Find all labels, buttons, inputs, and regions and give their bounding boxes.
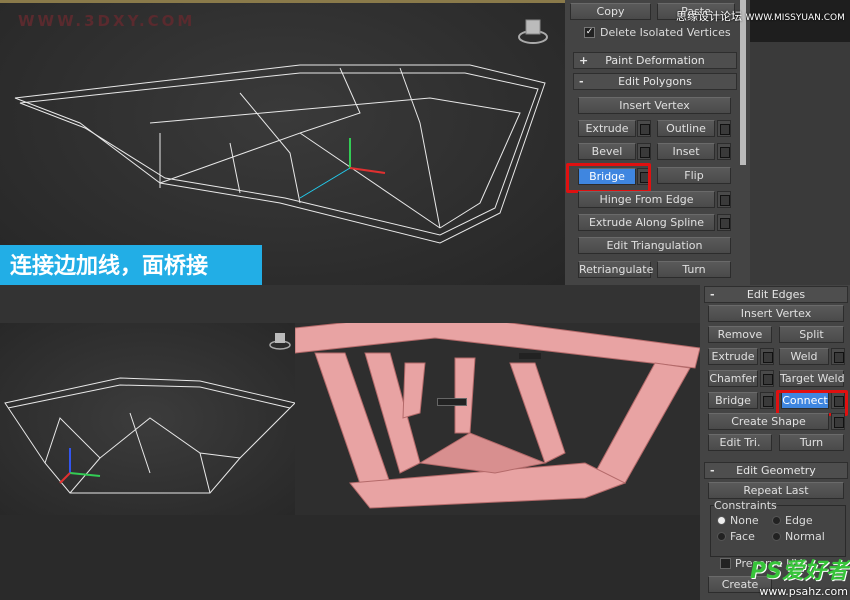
constraint-edge-radio[interactable] [772,516,781,525]
bottom-command-panel: - Edit Edges Insert Vertex Remove Split E… [700,285,850,600]
chamfer-button[interactable]: Chamfer [708,370,758,387]
create-shape-settings-button[interactable] [831,413,845,430]
retriangulate-button[interactable]: Retriangulate [578,261,653,278]
chamfer-settings-button[interactable] [760,370,774,387]
weld-button[interactable]: Weld [779,348,829,365]
wireframe-model [4,377,295,494]
bridge-button[interactable]: Bridge [708,392,758,409]
wireframe-model [14,64,546,244]
top-right-area [750,0,850,285]
watermark-cn: 思缘设计论坛 [676,10,742,23]
split-button[interactable]: Split [779,326,844,343]
rollout-title: Paint Deformation [605,54,705,67]
weld-settings-button[interactable] [831,348,845,365]
constraint-normal-label: Normal [785,530,825,543]
bottom-right-viewport[interactable] [295,323,700,515]
hinge-settings-button[interactable] [717,191,731,208]
extrude-spline-settings-button[interactable] [717,214,731,231]
shaded-model [295,323,700,509]
constraint-edge-label: Edge [785,514,813,527]
rollout-edit-geometry[interactable]: - Edit Geometry [704,462,848,479]
bottom-left-viewport[interactable] [0,323,295,515]
constraint-normal-radio[interactable] [772,532,781,541]
edit-triangulation-button[interactable]: Edit Triangulation [578,237,731,254]
bridge-settings-button[interactable] [760,392,774,409]
watermark-missyuan: 思缘设计论坛 WWW.MISSYUAN.COM [676,8,845,24]
watermark-url: www.psahz.com [759,585,848,598]
extrude-settings-button[interactable] [760,348,774,365]
watermark-logo: PS爱好者 [750,559,848,584]
target-weld-button[interactable]: Target Weld [779,370,845,387]
create-shape-button[interactable]: Create Shape [708,413,829,430]
insert-vertex-button[interactable]: Insert Vertex [708,305,844,322]
caption-banner: 连接边加线，面桥接 [0,245,262,285]
outline-button[interactable]: Outline [657,120,715,137]
rollout-title: Edit Geometry [736,464,816,477]
inset-settings-button[interactable] [717,143,731,160]
expand-icon: + [579,54,589,67]
bridge-callout [566,163,651,193]
top-viewport[interactable]: WWW.3DXY.COM 连接边加线，面桥接 [0,0,565,285]
turn-button[interactable]: Turn [657,261,731,278]
caddy-popup[interactable] [437,398,467,448]
collapse-icon: - [579,75,584,88]
remove-button[interactable]: Remove [708,326,772,343]
rollout-title: Edit Edges [746,288,806,301]
watermark-url: WWW.MISSYUAN.COM [745,13,845,23]
insert-vertex-button[interactable]: Insert Vertex [578,97,731,114]
rollout-title: Edit Polygons [618,75,692,88]
inset-button[interactable]: Inset [657,143,715,160]
extrude-button[interactable]: Extrude [708,348,758,365]
bevel-button[interactable]: Bevel [578,143,636,160]
bevel-settings-button[interactable] [637,143,651,160]
rollout-edit-polygons[interactable]: - Edit Polygons [573,73,737,90]
outline-settings-button[interactable] [717,120,731,137]
rollout-edit-edges[interactable]: - Edit Edges [704,286,848,303]
copy-button[interactable]: Copy [570,3,651,20]
flip-button[interactable]: Flip [657,167,731,184]
top-command-panel: Copy Paste ✓ Delete Isolated Vertices + P… [565,0,750,285]
constraints-title: Constraints [714,499,777,512]
delete-isolated-label: Delete Isolated Vertices [600,26,731,39]
extrude-along-spline-button[interactable]: Extrude Along Spline [578,214,715,231]
rollout-paint-deformation[interactable]: + Paint Deformation [573,52,737,69]
bottom-footer [0,515,700,600]
hinge-from-edge-button[interactable]: Hinge From Edge [578,191,715,208]
collapse-icon: - [710,464,715,477]
delete-isolated-checkbox[interactable]: ✓ [584,27,595,38]
bottom-band [0,285,700,323]
constraint-face-label: Face [730,530,755,543]
turn-button[interactable]: Turn [779,434,844,451]
watermark-psahz: PS爱好者 www.psahz.com [738,553,848,598]
constraint-none-radio[interactable] [717,516,726,525]
edit-tri-button[interactable]: Edit Tri. [708,434,772,451]
panel-scrollbar[interactable] [740,0,746,165]
extrude-button[interactable]: Extrude [578,120,636,137]
preserve-uvs-checkbox[interactable] [720,558,731,569]
repeat-last-button[interactable]: Repeat Last [708,482,844,499]
collapse-icon: - [710,288,715,301]
extrude-settings-button[interactable] [637,120,651,137]
constraint-none-label: None [730,514,759,527]
constraint-face-radio[interactable] [717,532,726,541]
